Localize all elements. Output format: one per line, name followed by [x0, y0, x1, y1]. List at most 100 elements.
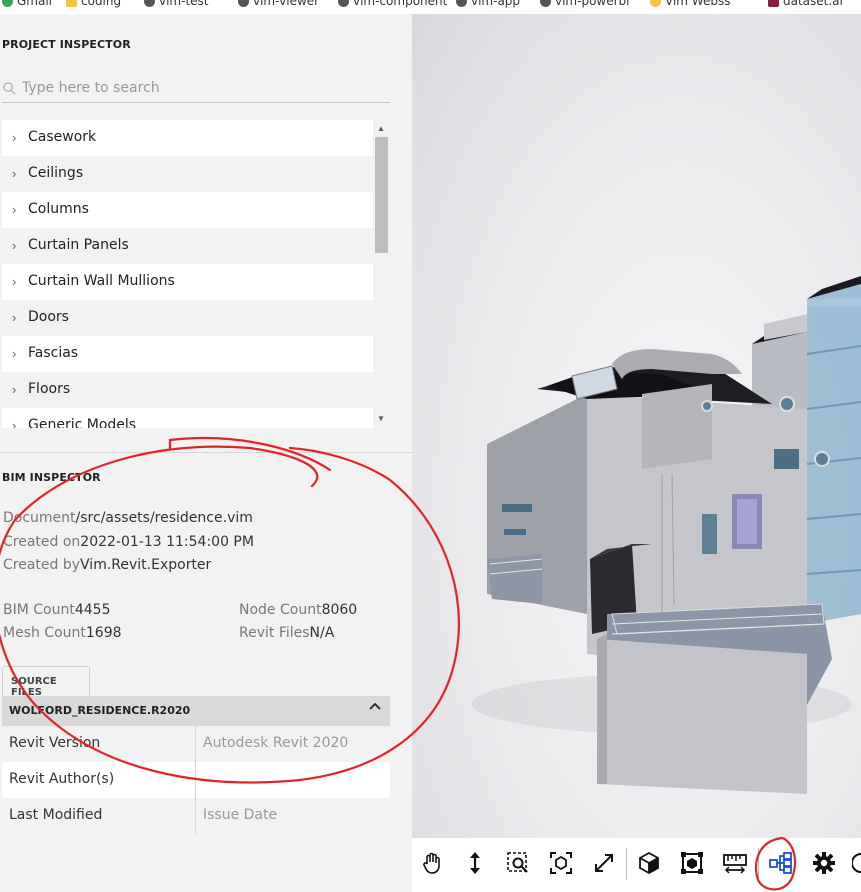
- tree-item-ceilings[interactable]: › Ceilings: [2, 156, 373, 192]
- bookmark-vim-component[interactable]: vim-component: [338, 0, 447, 8]
- created-by-value: Vim.Revit.Exporter: [80, 557, 212, 573]
- chevron-right-icon: ›: [12, 382, 17, 397]
- source-file-name: WOLFORD_RESIDENCE.R2020: [9, 704, 191, 717]
- chevron-right-icon: ›: [12, 274, 17, 289]
- source-row-revit-version: Revit Version Autodesk Revit 2020: [2, 726, 390, 762]
- column-separator: [195, 798, 196, 834]
- chevron-right-icon: ›: [12, 130, 17, 145]
- node-count-value: 8060: [321, 602, 358, 618]
- tree-item-curtain-panels[interactable]: › Curtain Panels: [2, 228, 373, 264]
- bookmark-vim-viewer[interactable]: vim-viewer: [238, 0, 319, 8]
- tree-item-generic-models[interactable]: › Generic Models: [2, 408, 373, 428]
- tree-item-label: Curtain Panels: [28, 237, 129, 253]
- tree-hierarchy-icon[interactable]: [769, 850, 793, 876]
- revit-files-value: N/A: [309, 625, 335, 641]
- tree-item-columns[interactable]: › Columns: [2, 192, 373, 228]
- source-row-label: Revit Version: [9, 735, 101, 751]
- tree-item-label: Casework: [28, 129, 97, 145]
- viewer-toolbar: [412, 838, 861, 892]
- measure-icon[interactable]: [723, 850, 747, 876]
- created-by-label: Created by: [3, 557, 81, 573]
- created-on-field: Created on2022-01-13 11:54:00 PM: [3, 534, 254, 550]
- source-row-label: Revit Author(s): [9, 771, 115, 787]
- fullscreen-icon[interactable]: [592, 850, 616, 876]
- search-input[interactable]: [22, 78, 382, 98]
- node-count-label: Node Count: [239, 602, 322, 618]
- bim-count-label: BIM Count: [3, 602, 75, 618]
- tree-item-floors[interactable]: › Floors: [2, 372, 373, 408]
- tab-source-files[interactable]: SOURCE FILES: [2, 666, 90, 698]
- scroll-down-arrow-icon[interactable]: ▼: [377, 414, 385, 423]
- bim-count-field: BIM Count4455: [3, 602, 110, 618]
- bookmark-vim-powerbi[interactable]: vim-powerbi: [540, 0, 630, 8]
- bookmark-vim-app[interactable]: vim-app: [456, 0, 520, 8]
- mesh-count-label: Mesh Count: [3, 625, 86, 641]
- chevron-right-icon: ›: [12, 202, 17, 217]
- help-icon[interactable]: [852, 850, 861, 876]
- category-tree: › Casework › Ceilings › Columns › Curtai…: [2, 120, 390, 428]
- scroll-up-arrow-icon[interactable]: ▲: [377, 124, 385, 133]
- bookmark-coding[interactable]: coding: [66, 0, 121, 8]
- bookmark-vim-test[interactable]: vim-test: [144, 0, 209, 8]
- source-row-value: Issue Date: [203, 807, 278, 823]
- mesh-count-field: Mesh Count1698: [3, 625, 122, 641]
- tree-item-doors[interactable]: › Doors: [2, 300, 373, 336]
- bookmark-gmail[interactable]: Gmail: [2, 0, 52, 8]
- chevron-up-icon[interactable]: [368, 699, 382, 713]
- chevron-right-icon: ›: [12, 166, 17, 181]
- bookmark-dataset[interactable]: dataset.ai: [768, 0, 843, 8]
- zoom-window-icon[interactable]: [506, 850, 530, 876]
- bookmarks-bar: Gmail coding vim-test vim-viewer vim-com…: [0, 0, 861, 14]
- revit-files-label: Revit Files: [239, 625, 310, 641]
- chevron-right-icon: ›: [12, 238, 17, 253]
- bim-count-value: 4455: [74, 602, 111, 618]
- tree-item-label: Generic Models: [28, 417, 137, 428]
- document-label: Document: [3, 510, 76, 526]
- tree-item-label: Columns: [28, 201, 89, 217]
- source-row-last-modified: Last Modified Issue Date: [2, 798, 390, 834]
- section-box-icon[interactable]: [680, 850, 704, 876]
- chevron-right-icon: ›: [12, 346, 17, 361]
- chevron-right-icon: ›: [12, 418, 17, 428]
- created-by-field: Created byVim.Revit.Exporter: [3, 557, 211, 573]
- source-row-value: Autodesk Revit 2020: [203, 735, 349, 751]
- mesh-count-value: 1698: [85, 625, 122, 641]
- section-divider: [0, 452, 412, 453]
- bookmark-vim-webss[interactable]: Vim Webss: [650, 0, 730, 8]
- isolate-cube-icon[interactable]: [637, 850, 661, 876]
- tab-source-files-label: SOURCE FILES: [11, 676, 57, 698]
- project-inspector-title: PROJECT INSPECTOR: [2, 38, 131, 51]
- created-on-label: Created on: [3, 534, 81, 550]
- tree-item-label: Fascias: [28, 345, 79, 361]
- toolbar-separator: [626, 848, 627, 880]
- document-value: /src/assets/residence.vim: [75, 510, 253, 526]
- zoom-updown-icon[interactable]: [463, 850, 487, 876]
- tree-item-label: Curtain Wall Mullions: [28, 273, 175, 289]
- frame-selection-icon[interactable]: [549, 850, 573, 876]
- tree-item-label: Ceilings: [28, 165, 84, 181]
- created-on-value: 2022-01-13 11:54:00 PM: [80, 534, 254, 550]
- tree-scrollbar[interactable]: ▲ ▼: [373, 120, 390, 428]
- tree-item-curtain-wall-mullions[interactable]: › Curtain Wall Mullions: [2, 264, 373, 300]
- source-row-label: Last Modified: [9, 807, 103, 823]
- chevron-right-icon: ›: [12, 310, 17, 325]
- column-separator: [195, 762, 196, 798]
- tree-item-label: Doors: [28, 309, 69, 325]
- tree-item-casework[interactable]: › Casework: [2, 120, 373, 156]
- node-count-field: Node Count8060: [239, 602, 357, 618]
- tree-item-fascias[interactable]: › Fascias: [2, 336, 373, 372]
- side-panel: PROJECT INSPECTOR › Casework › Ceilings …: [0, 14, 412, 892]
- toolbar-separator: [758, 848, 759, 880]
- scrollbar-thumb[interactable]: [375, 137, 388, 253]
- building-model[interactable]: [412, 14, 861, 838]
- source-file-header[interactable]: WOLFORD_RESIDENCE.R2020: [2, 696, 390, 726]
- source-row-revit-authors: Revit Author(s): [2, 762, 390, 798]
- 3d-viewport[interactable]: [412, 14, 861, 838]
- tree-item-label: Floors: [28, 381, 71, 397]
- settings-gear-icon[interactable]: [812, 850, 836, 876]
- bim-inspector-title: BIM INSPECTOR: [2, 471, 101, 484]
- revit-files-field: Revit FilesN/A: [239, 625, 334, 641]
- search-icon: [3, 82, 16, 95]
- hand-pan-icon[interactable]: [420, 850, 444, 876]
- search-box: [2, 76, 390, 103]
